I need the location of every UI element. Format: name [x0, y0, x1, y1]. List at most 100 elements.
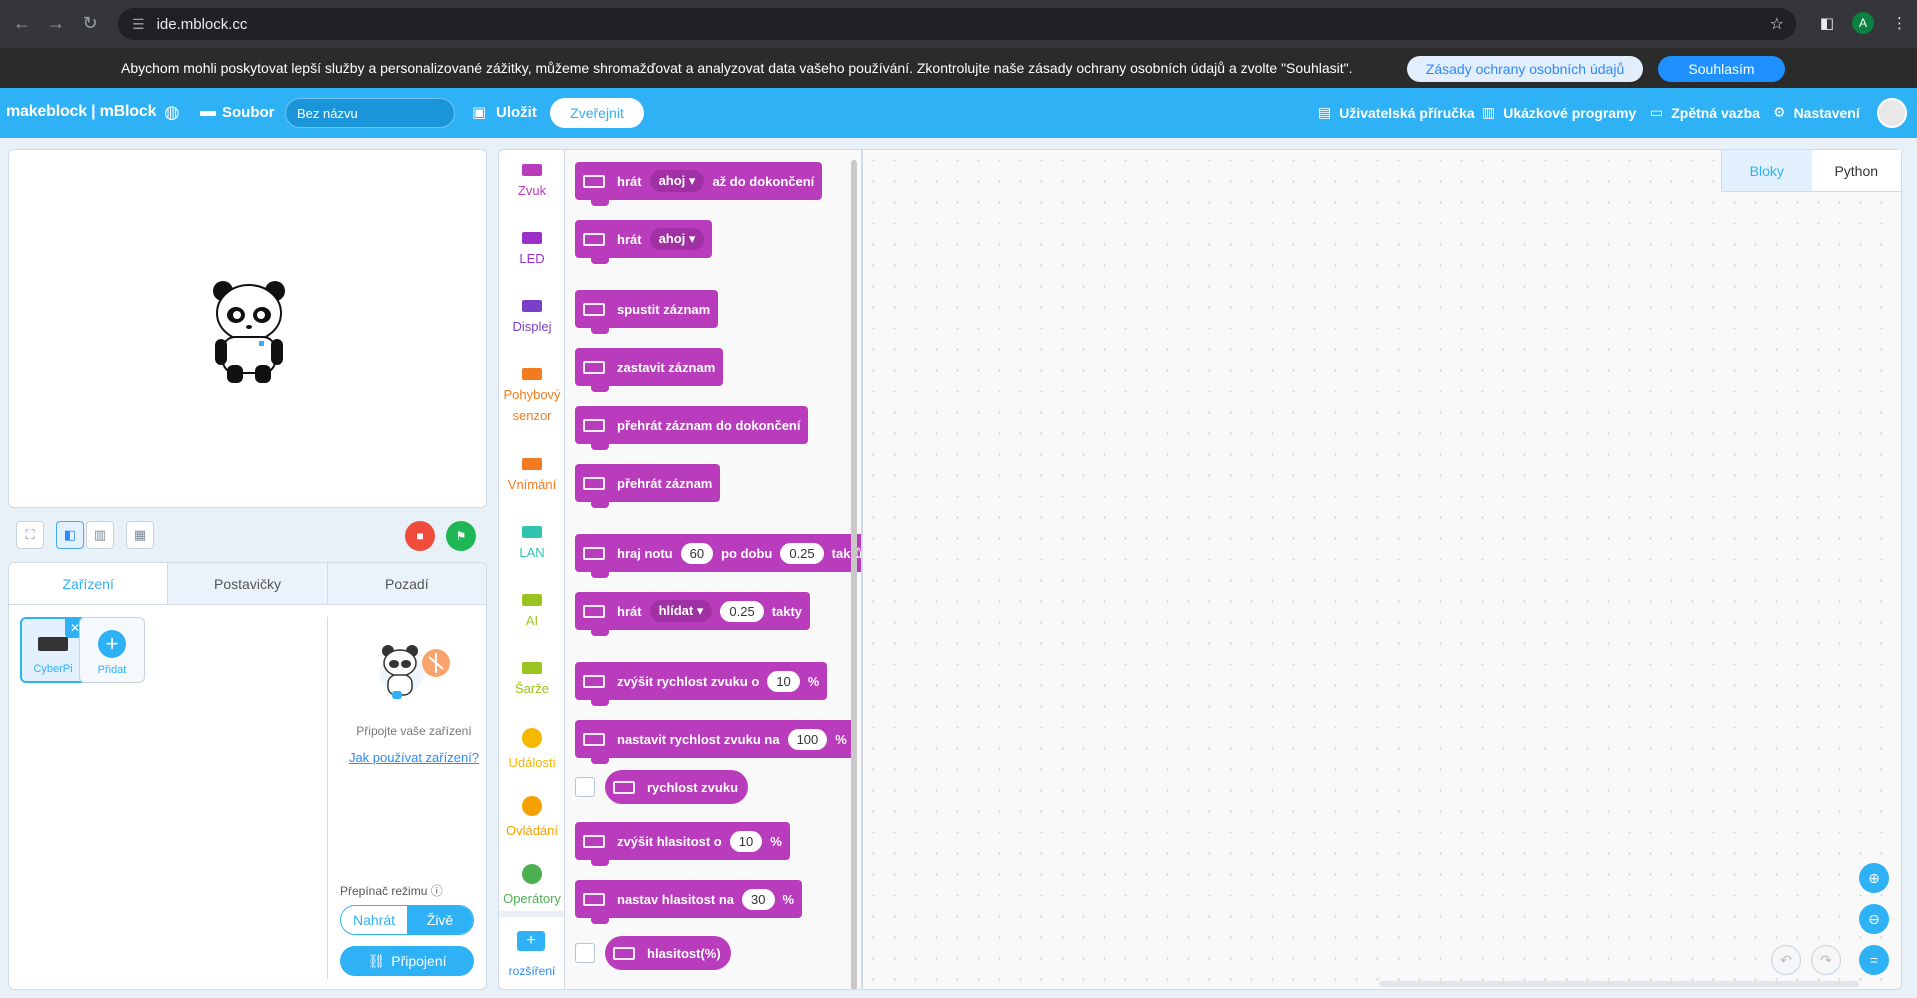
speed-monitor-checkbox[interactable] [575, 777, 595, 797]
tab-sprites[interactable]: Postavičky [167, 563, 327, 604]
category-sensing[interactable]: Vnímání [499, 458, 565, 495]
folder-icon[interactable]: ▬ [200, 103, 216, 121]
profile-avatar[interactable]: A [1852, 12, 1874, 34]
examples-link[interactable]: ▥ Ukázkové programy [1482, 104, 1636, 121]
script-horizontal-scrollbar[interactable] [1379, 981, 1859, 987]
site-info-icon[interactable]: ☰ [132, 16, 145, 33]
publish-button[interactable]: Zveřejnit [550, 98, 644, 128]
category-sound[interactable]: Zvuk [499, 164, 565, 201]
category-display[interactable]: Displej [499, 300, 565, 337]
volume-monitor-checkbox[interactable] [575, 943, 595, 963]
block-stop-recording[interactable]: zastavit záznam [575, 348, 724, 392]
agree-button[interactable]: Souhlasím [1658, 56, 1785, 82]
category-lan[interactable]: LAN [499, 526, 565, 563]
script-area[interactable]: Bloky Python ⊕ ⊖ = ↶ ↷ [862, 149, 1902, 990]
redo-icon[interactable]: ↷ [1811, 945, 1841, 975]
block-set-speed[interactable]: nastavit rychlost zvuku na 100 % [575, 720, 855, 764]
address-bar[interactable]: ☰ ide.mblock.cc ☆ [118, 8, 1796, 40]
tab-blocks[interactable]: Bloky [1721, 150, 1812, 192]
tab-backdrops[interactable]: Pozadí [326, 563, 486, 604]
stop-button[interactable]: ■ [405, 521, 435, 551]
fullscreen-icon[interactable]: ⛶ [16, 521, 44, 549]
category-motion-sensor[interactable]: Pohybový senzor [499, 368, 565, 426]
help-icon[interactable]: ⓘ [431, 884, 443, 898]
category-control[interactable]: Ovládání [499, 796, 565, 841]
how-to-use-link[interactable]: Jak používat zařízení? [339, 750, 486, 765]
volume-input[interactable]: 10 [729, 830, 763, 852]
add-extension-icon[interactable]: + [517, 931, 545, 951]
tab-devices[interactable]: Zařízení [9, 563, 168, 604]
block-start-recording[interactable]: spustit záznam [575, 290, 719, 334]
block-increase-speed[interactable]: zvýšit rychlost zvuku o 10 % [575, 662, 828, 706]
category-label: Displej [512, 319, 552, 334]
sound-dropdown[interactable]: ahoj ▾ [649, 228, 705, 250]
palette-scrollbar[interactable] [851, 160, 857, 989]
beats-input[interactable]: 0.25 [780, 542, 824, 564]
file-menu[interactable]: Soubor [222, 104, 275, 121]
device-card-cyberpi[interactable]: ✕ CyberPi [20, 617, 86, 683]
cyberpi-block-icon [583, 476, 605, 490]
speed-input[interactable]: 100 [787, 728, 828, 750]
feedback-link[interactable]: ▭ Zpětná vazba [1650, 104, 1760, 121]
category-label: Pohybový senzor [503, 387, 561, 423]
category-events[interactable]: Události [499, 728, 565, 773]
user-avatar[interactable] [1877, 98, 1907, 128]
block-play-recording[interactable]: přehrát záznam [575, 464, 721, 508]
speed-input[interactable]: 10 [767, 670, 800, 692]
undo-icon[interactable]: ↶ [1771, 945, 1801, 975]
grid-view-icon[interactable]: ▦ [126, 521, 154, 549]
block-play-drum[interactable]: hrát hlídat ▾ 0.25 takty [575, 592, 811, 636]
zoom-reset-icon[interactable]: = [1859, 945, 1889, 975]
block-play[interactable]: hrát ahoj ▾ [575, 220, 713, 264]
mode-upload-option[interactable]: Nahrát [341, 906, 407, 934]
motion-sensor-category-icon [522, 368, 542, 380]
add-device-button[interactable]: + Přidat [79, 617, 145, 683]
bookmark-star-icon[interactable]: ☆ [1770, 14, 1784, 34]
privacy-policy-button[interactable]: Zásady ochrany osobních údajů [1407, 56, 1643, 82]
browser-menu-icon[interactable]: ⋮ [1892, 14, 1907, 32]
volume-input[interactable]: 30 [742, 888, 775, 910]
book-icon: ▥ [1482, 104, 1496, 120]
block-play-until-done[interactable]: hrát ahoj ▾ až do dokončení [575, 162, 823, 206]
category-ai[interactable]: AI [499, 594, 565, 631]
block-play-recording-until-done[interactable]: přehrát záznam do dokončení [575, 406, 809, 450]
block-volume[interactable]: hlasitost(%) [605, 936, 731, 970]
tab-python[interactable]: Python [1811, 150, 1901, 192]
extension-button[interactable]: rozšíření [499, 964, 565, 978]
zoom-in-icon[interactable]: ⊕ [1859, 863, 1889, 893]
layout-large-stage-icon[interactable]: ◧ [56, 521, 84, 549]
category-label: AI [525, 613, 539, 628]
settings-link[interactable]: ⚙ Nastavení [1773, 104, 1860, 121]
category-operators[interactable]: Operátory [499, 864, 565, 909]
side-panel-icon[interactable]: ◧ [1820, 14, 1834, 32]
connect-button[interactable]: ⛓ Připojení [340, 946, 474, 976]
drum-dropdown[interactable]: hlídat ▾ [649, 600, 713, 622]
category-led[interactable]: LED [499, 232, 565, 269]
devices-panel: Zařízení Postavičky Pozadí ✕ CyberPi + P… [8, 562, 487, 990]
display-category-icon [522, 300, 542, 312]
block-set-volume[interactable]: nastav hlasitost na 30 % [575, 880, 803, 924]
sound-dropdown[interactable]: ahoj ▾ [649, 170, 705, 192]
zoom-out-icon[interactable]: ⊖ [1859, 904, 1889, 934]
save-icon[interactable]: ▣ [472, 103, 486, 121]
reload-icon[interactable]: ↻ [72, 13, 108, 34]
mode-live-option[interactable]: Živě [407, 906, 473, 934]
note-input[interactable]: 60 [680, 542, 714, 564]
project-name-input[interactable] [285, 98, 455, 128]
block-play-note[interactable]: hraj notu 60 po dobu 0.25 taktů [575, 534, 861, 578]
forward-icon[interactable]: → [38, 13, 74, 34]
block-increase-volume[interactable]: zvýšit hlasitost o 10 % [575, 822, 790, 866]
user-guide-link[interactable]: ▤ Uživatelská příručka [1318, 104, 1475, 121]
category-label: Události [508, 755, 556, 770]
mode-switch[interactable]: Nahrát Živě [340, 905, 474, 935]
cyberpi-block-icon [583, 174, 605, 188]
back-icon[interactable]: ← [4, 13, 40, 34]
layout-small-stage-icon[interactable]: ▥ [86, 521, 114, 549]
beats-input[interactable]: 0.25 [720, 600, 764, 622]
block-sound-speed[interactable]: rychlost zvuku [605, 770, 749, 804]
connect-hint-text: Připojte vaše zařízení [356, 724, 472, 738]
language-globe-icon[interactable]: ◍ [164, 102, 180, 123]
category-batch[interactable]: Šarže [499, 662, 565, 699]
save-button[interactable]: Uložit [496, 104, 537, 121]
green-flag-button[interactable]: ⚑ [446, 521, 476, 551]
